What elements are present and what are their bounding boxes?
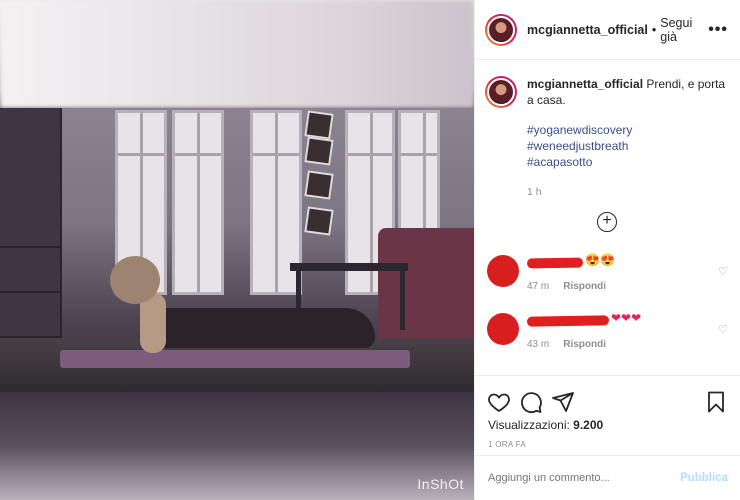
comment-meta: 43 m Rispondi [527,339,606,350]
media-blur-top [0,0,474,108]
comment-time: 43 m [527,339,550,350]
post-header: mcgiannetta_official • Segui già ••• [475,0,740,60]
comment-input[interactable] [488,472,681,484]
media-blur-bottom [0,392,474,500]
comment-item: ❤❤❤ 43 m Rispondi [487,311,641,350]
load-more-comments-icon[interactable]: + [597,212,617,232]
caption-username[interactable]: mcgiannetta_official [527,77,643,91]
like-heart-icon[interactable] [487,390,511,414]
cabinet-drawer [0,293,60,338]
views-count[interactable]: Visualizzazioni: 9.200 [475,418,740,432]
caption-body: mcgiannetta_official Prendi, e porta a c… [527,76,727,350]
person-head [110,256,160,304]
following-button[interactable]: Segui già [660,16,708,44]
comment-text: ❤❤❤ [611,311,642,325]
post-timestamp: 1 ORA FA [488,440,526,449]
yoga-mat [60,350,410,368]
publish-button[interactable]: Pubblica [680,472,728,484]
wall-photo [304,136,334,166]
save-bookmark-icon[interactable] [704,390,728,414]
reply-button[interactable]: Rispondi [563,339,606,350]
hashtag-link[interactable]: #yoganewdiscovery [527,122,727,138]
table-leg [400,268,405,330]
inshot-watermark: InShOt [417,476,464,492]
comment-time: 47 m [527,281,550,292]
post-media[interactable]: InShOt [0,0,474,500]
views-label: Visualizzazioni: [488,418,570,432]
wall-photos [304,108,336,238]
share-paper-plane-icon[interactable] [551,390,575,414]
redacted-username [526,315,610,327]
post-video[interactable] [0,108,474,392]
comment-text: 😍😍 [585,253,615,267]
add-comment-bar: Pubblica [475,455,740,500]
commenter-avatar[interactable] [487,255,519,287]
window [172,110,224,295]
person-body [145,308,375,348]
hashtag-link[interactable]: #acapasotto [527,154,727,170]
hashtag-link[interactable]: #weneedjustbreath [527,138,727,154]
caption-time: 1 h [527,186,542,198]
author-username[interactable]: mcgiannetta_official [527,23,648,37]
hashtag-list: #yoganewdiscovery #weneedjustbreath #aca… [527,122,727,170]
wall-photo [304,110,334,140]
reply-button[interactable]: Rispondi [563,281,606,292]
caption-block: mcgiannetta_official Prendi, e porta a c… [475,60,740,350]
action-icons [475,376,740,418]
redacted-username [526,257,584,269]
avatar-image [487,78,515,106]
avatar-image [487,15,515,44]
views-number: 9.200 [573,418,604,432]
sofa [378,228,474,338]
commenter-avatar[interactable] [487,313,519,345]
author-avatar[interactable] [485,13,517,46]
comment-like-icon[interactable]: ♡ [718,265,728,278]
cabinet-drawer [0,248,60,293]
comment-bubble-icon[interactable] [519,390,543,414]
caption-avatar[interactable] [485,76,517,108]
comment-item: 😍😍 47 m Rispondi [487,253,615,292]
post-actions: Visualizzazioni: 9.200 1 ORA FA [475,375,740,455]
wall-photo [304,206,334,236]
wall-photo [304,170,334,200]
more-options-icon[interactable]: ••• [708,21,728,39]
separator-dot: • [651,22,657,37]
coffee-table [290,263,408,271]
post-side-panel: mcgiannetta_official • Segui già ••• mcg… [474,0,740,500]
comment-meta: 47 m Rispondi [527,281,606,292]
cabinet [0,108,62,358]
cabinet-drawer [0,203,60,248]
comment-like-icon[interactable]: ♡ [718,323,728,336]
